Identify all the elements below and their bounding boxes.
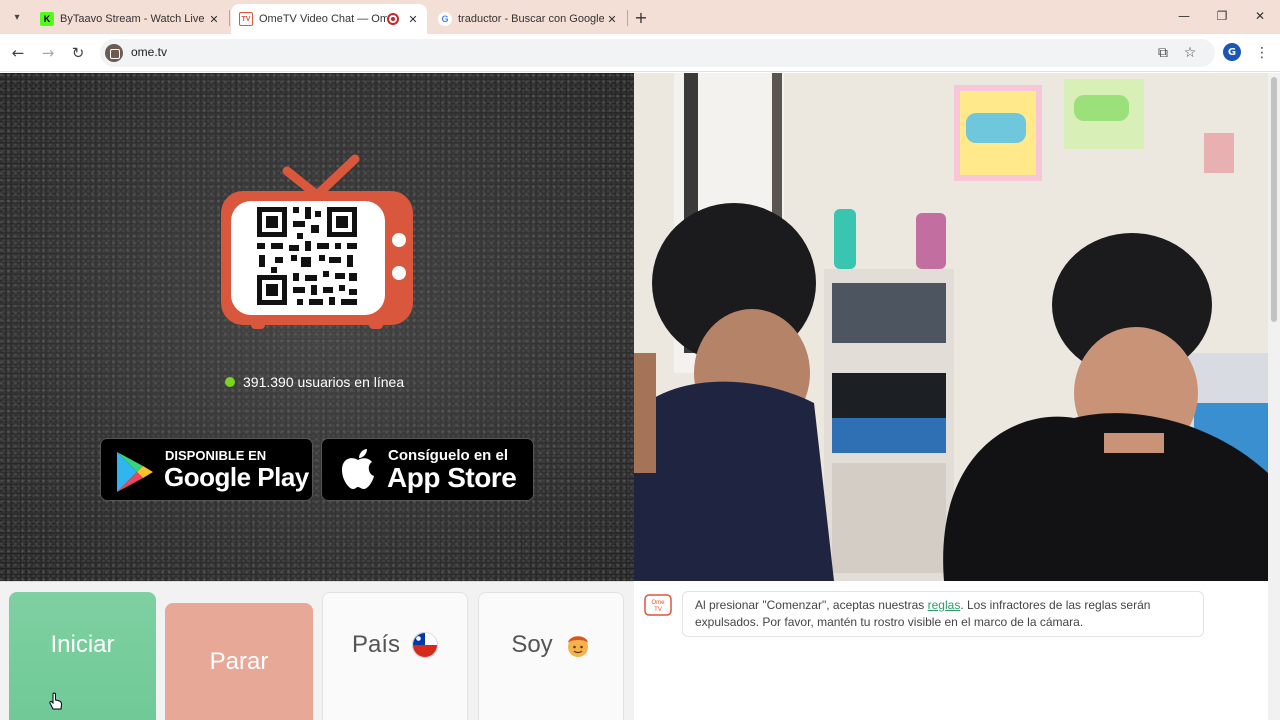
logo-text-ome: Ome bbox=[651, 600, 665, 606]
page-scrollbar[interactable] bbox=[1268, 73, 1280, 720]
boy-face-icon bbox=[567, 636, 588, 657]
ometv-qr-tv-icon[interactable] bbox=[219, 153, 415, 333]
kick-icon: K bbox=[40, 12, 54, 26]
profile-avatar[interactable]: G bbox=[1223, 43, 1241, 61]
reload-icon[interactable]: ↻ bbox=[67, 42, 89, 64]
close-tab-icon[interactable]: ✕ bbox=[206, 11, 222, 27]
chat-area: Ome TV Al presionar "Comenzar", aceptas … bbox=[634, 581, 1268, 720]
minimize-icon[interactable]: — bbox=[1174, 6, 1194, 26]
start-button[interactable]: Iniciar bbox=[9, 592, 156, 720]
browser-menu-icon[interactable]: ⋮ bbox=[1255, 43, 1269, 63]
address-bar[interactable]: ome.tv bbox=[100, 39, 1215, 67]
camera-scene-image bbox=[634, 73, 1268, 581]
bookmark-star-icon[interactable]: ☆ bbox=[1180, 43, 1200, 63]
url-text: ome.tv bbox=[131, 45, 168, 59]
message-text-before: Al presionar "Comenzar", aceptas nuestra… bbox=[695, 598, 928, 612]
tab-divider bbox=[229, 10, 230, 26]
rules-link[interactable]: reglas bbox=[928, 598, 961, 612]
tab-title: traductor - Buscar con Google bbox=[458, 13, 604, 25]
close-tab-icon[interactable]: ✕ bbox=[604, 11, 620, 27]
site-info-icon[interactable] bbox=[105, 44, 123, 62]
country-selector[interactable]: País bbox=[322, 592, 468, 720]
close-tab-icon[interactable]: ✕ bbox=[405, 11, 421, 27]
stop-button-label: Parar bbox=[209, 648, 269, 675]
install-app-icon[interactable]: ⧉ bbox=[1153, 43, 1173, 63]
tab-divider bbox=[627, 10, 628, 26]
gender-selector[interactable]: Soy bbox=[478, 592, 624, 720]
tab-bytaavo[interactable]: K ByTaavo Stream - Watch Live on ✕ bbox=[32, 4, 228, 34]
google-play-big-text: Google Play bbox=[164, 462, 309, 492]
gender-label: Soy bbox=[511, 631, 553, 658]
tab-strip: ▾ K ByTaavo Stream - Watch Live on ✕ TV … bbox=[0, 0, 1280, 34]
maximize-icon[interactable]: ❐ bbox=[1212, 6, 1232, 26]
tab-title: OmeTV Video Chat — Ome bbox=[259, 13, 387, 25]
app-store-big-text: App Store bbox=[387, 462, 517, 493]
stop-button[interactable]: Parar bbox=[165, 603, 313, 720]
apple-icon bbox=[342, 449, 374, 489]
google-play-small-text: DISPONIBLE EN bbox=[165, 448, 267, 463]
recording-icon bbox=[387, 13, 399, 25]
tab-google[interactable]: G traductor - Buscar con Google ✕ bbox=[430, 4, 626, 34]
scrollbar-thumb[interactable] bbox=[1271, 77, 1277, 322]
google-play-icon bbox=[117, 452, 153, 492]
new-tab-button[interactable]: + bbox=[632, 8, 650, 27]
close-window-icon[interactable]: ✕ bbox=[1250, 6, 1270, 26]
country-label: País bbox=[351, 631, 401, 658]
browser-toolbar: ← → ↻ ome.tv ⧉ ☆ G ⋮ bbox=[0, 34, 1280, 72]
forward-icon[interactable]: → bbox=[37, 42, 59, 64]
tab-ometv[interactable]: TV OmeTV Video Chat — Ome ✕ bbox=[231, 4, 427, 34]
hand-cursor-icon bbox=[49, 692, 63, 710]
self-camera-view bbox=[634, 73, 1268, 581]
app-store-button[interactable]: Consíguelo en el App Store bbox=[321, 438, 534, 501]
logo-text-tv: TV bbox=[654, 607, 662, 613]
online-users-count: 391.390 usuarios en línea bbox=[225, 374, 404, 390]
online-users-text: 391.390 usuarios en línea bbox=[243, 374, 405, 390]
google-play-button[interactable]: DISPONIBLE EN Google Play bbox=[100, 438, 313, 501]
google-icon: G bbox=[438, 12, 452, 26]
tab-title: ByTaavo Stream - Watch Live on bbox=[60, 13, 206, 25]
stranger-video-panel: 391.390 usuarios en línea DISPONIBLE EN … bbox=[0, 73, 634, 581]
ometv-icon: TV bbox=[239, 12, 253, 26]
start-button-label: Iniciar bbox=[50, 631, 115, 658]
system-message: Al presionar "Comenzar", aceptas nuestra… bbox=[682, 591, 1204, 637]
chat-controls: Iniciar Parar País Soy bbox=[0, 581, 634, 720]
tab-search-icon[interactable]: ▾ bbox=[6, 6, 28, 28]
chile-flag-icon bbox=[412, 632, 439, 658]
back-icon[interactable]: ← bbox=[7, 42, 29, 64]
online-status-dot bbox=[225, 377, 235, 387]
ometv-logo-icon: Ome TV bbox=[644, 594, 672, 616]
